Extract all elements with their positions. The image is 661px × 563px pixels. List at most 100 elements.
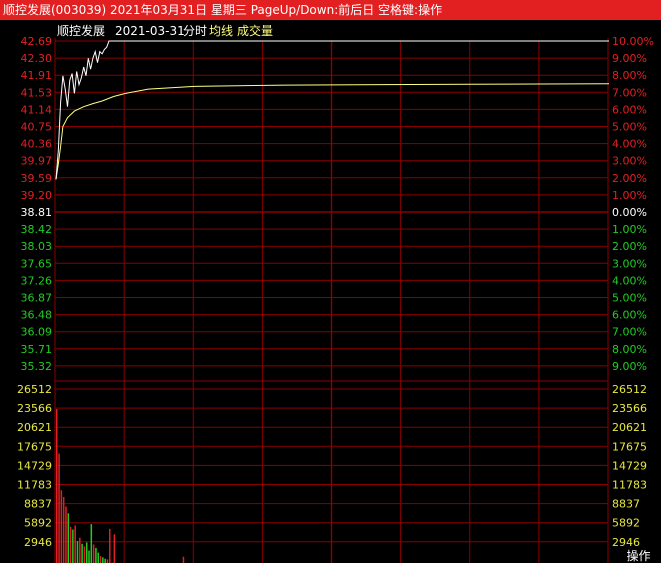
percent-tick-label: 5.00% [612, 292, 647, 305]
stock-name: 顺控发展 [57, 23, 105, 38]
volume-tick-label: 5892 [24, 517, 52, 530]
volume-tick-label: 11783 [17, 479, 52, 492]
volume-axis-left: 26512 23566 20621 17675 14729 11783 8837 5892 29… [17, 383, 52, 549]
volume-bar [83, 546, 86, 563]
volume-tick-label: 2946 [612, 536, 640, 549]
percent-tick-label: 2.00% [612, 172, 647, 185]
volume-bar [81, 543, 83, 563]
percent-tick-label: 7.00% [612, 326, 647, 339]
volume-tick-label: 17675 [612, 440, 647, 453]
volume-bar [99, 556, 102, 563]
percent-tick-label: 3.00% [612, 155, 647, 168]
volume-bar [95, 547, 97, 563]
percent-tick-label: 1.00% [612, 189, 647, 202]
price-tick-label: 39.20 [21, 189, 53, 202]
price-tick-label: 41.91 [21, 69, 53, 82]
price-tick-label: 39.97 [21, 155, 53, 168]
volume-tick-label: 8837 [612, 498, 640, 511]
volume-tick-label: 20621 [612, 421, 647, 434]
volume-bar [69, 526, 72, 563]
volume-bar [104, 558, 106, 563]
percent-tick-label: 4.00% [612, 138, 647, 151]
price-tick-label: 40.75 [21, 121, 53, 134]
volume-tick-label: 5892 [612, 517, 640, 530]
price-tick-label: 41.14 [21, 103, 53, 116]
volume-bar [97, 552, 99, 563]
volume-tick-label: 26512 [17, 383, 52, 396]
volume-bar [76, 541, 79, 563]
percent-axis-right: 10.00% 9.00% 8.00% 7.00% 6.00% 5.00% 4.00% 3.00… [612, 35, 654, 373]
price-axis-left: 42.69 42.30 41.91 41.53 41.14 40.75 40.36 39.97… [21, 35, 53, 373]
volume-bar [92, 544, 95, 563]
price-tick-label: 35.71 [21, 343, 53, 356]
price-tick-label: 37.65 [21, 257, 53, 270]
percent-tick-label: 6.00% [612, 309, 647, 322]
volume-tick-label: 2946 [24, 536, 52, 549]
price-tick-label: 35.32 [21, 360, 53, 373]
chart-header: 顺控发展 2021-03-31 分时 均线 成交量 [57, 23, 273, 38]
volume-bar [85, 542, 88, 563]
intraday-chart[interactable]: 42.69 42.30 41.91 41.53 41.14 40.75 40.36 39.97… [0, 20, 661, 563]
percent-tick-label: 9.00% [612, 52, 647, 65]
price-tick-label: 37.26 [21, 274, 53, 287]
volume-bar [65, 506, 67, 563]
window-title-bar: 顺控发展(003039) 2021年03月31日 星期三 PageUp/Down… [0, 0, 661, 20]
chart-mode: 分时 [183, 24, 207, 38]
percent-tick-label: 4.00% [612, 274, 647, 287]
volume-tick-label: 14729 [612, 459, 647, 472]
volume-tick-label: 26512 [612, 383, 647, 396]
percent-tick-label: 8.00% [612, 69, 647, 82]
price-tick-label: 38.03 [21, 240, 53, 253]
price-tick-label: 42.30 [21, 52, 53, 65]
volume-axis-right: 26512 23566 20621 17675 14729 11783 8837 5892 29… [612, 383, 647, 549]
volume-bar [62, 496, 65, 563]
volume-tick-label: 23566 [612, 402, 647, 415]
percent-tick-label: 5.00% [612, 121, 647, 134]
price-tick-label: 40.36 [21, 138, 53, 151]
price-tick-label: 39.59 [21, 172, 53, 185]
chart-date: 2021-03-31 [115, 24, 185, 38]
window-title: 顺控发展(003039) 2021年03月31日 星期三 PageUp/Down… [3, 3, 443, 17]
percent-tick-label: 10.00% [612, 35, 654, 48]
volume-bar [88, 550, 90, 563]
price-line [55, 40, 609, 180]
percent-tick-label: 7.00% [612, 86, 647, 99]
volume-bar [56, 408, 58, 563]
percent-tick-label: 2.00% [612, 240, 647, 253]
price-tick-label: 38.81 [21, 206, 53, 219]
volume-bar [106, 559, 109, 563]
price-tick-label: 38.42 [21, 223, 53, 236]
volume-tick-label: 23566 [17, 402, 52, 415]
volume-bar [74, 525, 76, 563]
volume-tick-label: 11783 [612, 479, 647, 492]
volume-bar [182, 556, 185, 563]
price-tick-label: 36.09 [21, 326, 53, 339]
volume-bar [79, 537, 81, 563]
volume-bar [113, 534, 116, 563]
volume-bar [72, 529, 74, 563]
average-price-line [55, 83, 610, 180]
price-tick-label: 42.69 [21, 35, 53, 48]
volume-bars [56, 408, 185, 563]
volume-bar [60, 490, 63, 563]
chart-grid [54, 38, 609, 563]
percent-tick-label: 9.00% [612, 360, 647, 373]
percent-tick-label: 6.00% [612, 103, 647, 116]
volume-tick-label: 14729 [17, 459, 52, 472]
percent-tick-label: 0.00% [612, 206, 647, 219]
percent-tick-label: 1.00% [612, 223, 647, 236]
percent-tick-label: 8.00% [612, 343, 647, 356]
avg-line-legend[interactable]: 均线 [209, 24, 233, 38]
volume-tick-label: 20621 [17, 421, 52, 434]
volume-bar [90, 524, 93, 563]
volume-bar [67, 513, 70, 563]
volume-tick-label: 17675 [17, 440, 52, 453]
volume-legend[interactable]: 成交量 [237, 23, 273, 38]
volume-bar [102, 557, 104, 563]
price-tick-label: 41.53 [21, 86, 53, 99]
volume-bar [108, 528, 111, 563]
price-tick-label: 36.48 [21, 309, 53, 322]
operations-button[interactable]: 操作 [616, 549, 661, 563]
volume-tick-label: 8837 [24, 498, 52, 511]
price-tick-label: 36.87 [21, 292, 53, 305]
